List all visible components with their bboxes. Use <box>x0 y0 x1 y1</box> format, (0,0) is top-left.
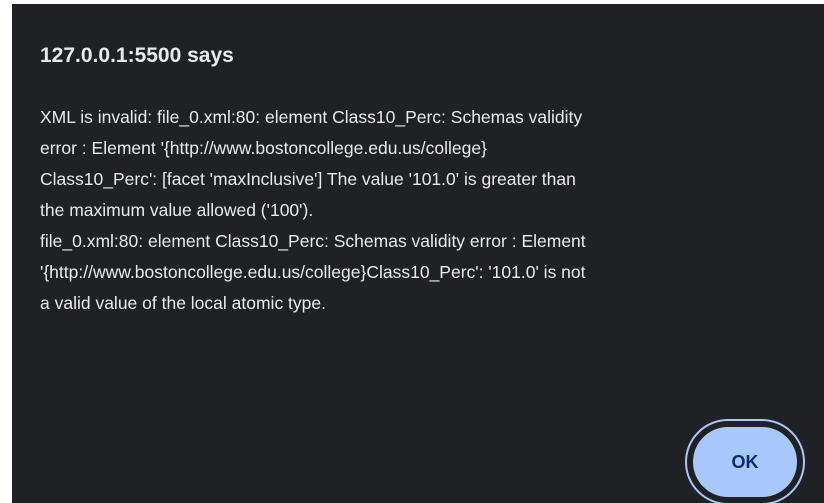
message-line: XML is invalid: file_0.xml:80: element C… <box>40 107 583 127</box>
message-line: file_0.xml:80: element Class10_Perc: Sch… <box>40 231 586 251</box>
page: 127.0.0.1:5500 says XML is invalid: file… <box>0 0 824 503</box>
ok-button[interactable]: OK <box>685 419 805 503</box>
message-line: '{http://www.bostoncollege.edu.us/colleg… <box>40 262 586 282</box>
dialog-message: XML is invalid: file_0.xml:80: element C… <box>40 102 810 319</box>
message-line: error : Element '{http://www.bostoncolle… <box>40 138 487 158</box>
ok-button-label: OK <box>693 427 797 497</box>
dialog-title: 127.0.0.1:5500 says <box>40 44 234 67</box>
message-line: the maximum value allowed ('100'). <box>40 200 314 220</box>
alert-dialog: 127.0.0.1:5500 says XML is invalid: file… <box>12 4 824 503</box>
message-line: Class10_Perc': [facet 'maxInclusive'] Th… <box>40 169 576 189</box>
message-line: a valid value of the local atomic type. <box>40 293 326 313</box>
